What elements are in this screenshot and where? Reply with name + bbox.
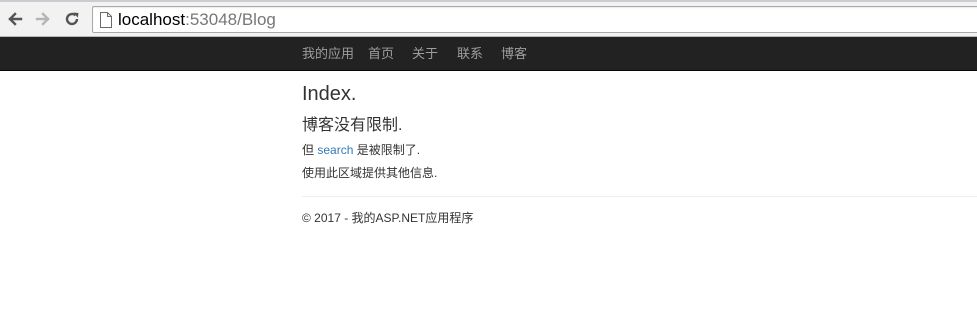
forward-button[interactable] <box>32 8 54 30</box>
url-path: :53048/Blog <box>185 10 276 29</box>
restriction-text-before: 但 <box>302 143 318 157</box>
url-text[interactable]: localhost:53048/Blog <box>118 10 276 30</box>
page-subtitle: 博客没有限制. <box>302 117 403 134</box>
footer-divider <box>302 196 977 197</box>
page-icon <box>100 12 112 28</box>
nav-link-contact[interactable]: 联系 <box>457 37 483 70</box>
browser-toolbar: localhost:53048/Blog <box>0 0 977 37</box>
site-navbar: 我的应用 首页 关于 联系 博客 <box>0 37 977 71</box>
arrow-left-icon <box>8 12 23 26</box>
restriction-text-after: 是被限制了. <box>353 143 421 157</box>
info-paragraph: 使用此区域提供其他信息. <box>302 166 438 180</box>
reload-icon <box>65 12 79 26</box>
nav-link-about[interactable]: 关于 <box>412 37 438 70</box>
arrow-right-icon <box>35 12 50 26</box>
reload-button[interactable] <box>61 8 83 30</box>
url-host: localhost <box>118 10 186 29</box>
search-link[interactable]: search <box>317 143 353 157</box>
nav-link-blog[interactable]: 博客 <box>501 37 527 70</box>
page-title: Index. <box>302 83 357 105</box>
nav-link-home[interactable]: 首页 <box>368 37 394 70</box>
restriction-paragraph: 但 search 是被限制了. <box>302 142 420 158</box>
back-button[interactable] <box>4 8 26 30</box>
navbar-brand[interactable]: 我的应用 <box>302 37 354 70</box>
address-bar[interactable]: localhost:53048/Blog <box>92 6 977 33</box>
footer-copyright: © 2017 - 我的ASP.NET应用程序 <box>302 211 474 225</box>
